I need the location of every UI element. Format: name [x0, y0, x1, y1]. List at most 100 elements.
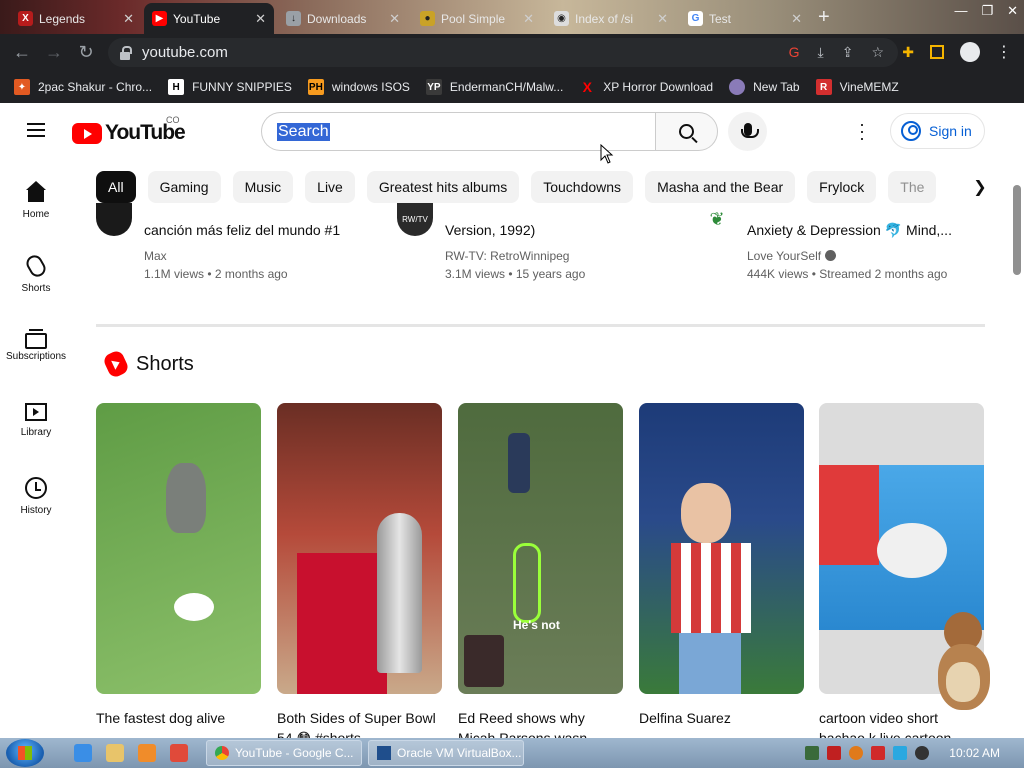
google-lens-icon[interactable]: G — [789, 44, 800, 61]
internet-explorer-icon[interactable] — [74, 744, 92, 762]
close-window-icon[interactable]: ✕ — [1007, 3, 1018, 19]
channel-avatar[interactable]: ❦ — [699, 203, 735, 236]
channel-name[interactable]: Love YourSelf — [747, 249, 837, 263]
tray-search-icon[interactable] — [849, 746, 864, 760]
tray-volume-icon[interactable] — [915, 746, 930, 760]
short-thumbnail[interactable]: He's not — [458, 403, 623, 694]
windows-taskbar: YouTube - Google C... Oracle VM VirtualB… — [0, 738, 1024, 768]
close-icon[interactable]: ✕ — [123, 11, 134, 27]
chip-gaming[interactable]: Gaming — [147, 171, 221, 203]
minimize-icon[interactable]: — — [954, 3, 967, 19]
file-explorer-icon[interactable] — [106, 744, 124, 762]
install-icon[interactable]: ⤓ — [818, 44, 824, 61]
close-icon[interactable]: ✕ — [657, 11, 668, 27]
profile-avatar[interactable] — [960, 42, 980, 62]
chip-the[interactable]: The — [888, 171, 937, 203]
bookmark-item[interactable]: ✦ 2pac Shakur - Chro... — [14, 79, 152, 95]
library-icon — [25, 403, 47, 421]
start-button[interactable] — [6, 739, 44, 767]
chip-live[interactable]: Live — [305, 171, 355, 203]
tray-v-icon[interactable] — [827, 746, 842, 760]
google-icon: G — [688, 11, 703, 26]
search-input[interactable]: Search — [261, 112, 656, 151]
new-tab-button[interactable]: + — [818, 6, 830, 29]
tray-flag-icon[interactable] — [871, 746, 886, 760]
short-thumbnail[interactable] — [277, 403, 442, 694]
tab-youtube[interactable]: ▶ YouTube ✕ — [144, 3, 274, 34]
extensions-icon[interactable]: ✚ — [902, 44, 914, 61]
bookmark-item[interactable]: New Tab — [729, 79, 800, 95]
video-title[interactable]: Anxiety & Depression 🐬 Mind,... — [747, 222, 952, 239]
tray-display-icon[interactable] — [893, 746, 908, 760]
reload-icon[interactable]: ↻ — [70, 42, 102, 63]
close-icon[interactable]: ✕ — [523, 11, 534, 27]
video-card[interactable]: canción más feliz del mundo #1 Max 1.1M … — [96, 203, 396, 293]
channel-avatar[interactable]: RW/TV — [397, 203, 433, 236]
forward-icon[interactable]: → — [38, 42, 70, 63]
video-card[interactable]: RW/TV Version, 1992) RW-TV: RetroWinnipe… — [397, 203, 697, 293]
paint-icon[interactable] — [170, 744, 188, 762]
bookmark-item[interactable]: H FUNNY SNIPPIES — [168, 79, 292, 95]
chip-touchdowns[interactable]: Touchdowns — [531, 171, 634, 203]
bookmark-item[interactable]: YP EndermanCH/Malw... — [425, 79, 563, 95]
tray-network-icon[interactable] — [805, 746, 820, 760]
channel-name[interactable]: Max — [144, 249, 167, 263]
chevron-right-icon[interactable]: ❯ — [966, 171, 994, 203]
bookmark-item[interactable]: PH windows ISOS — [307, 79, 410, 95]
back-icon[interactable]: ← — [6, 42, 38, 63]
tab-legends[interactable]: X Legends ✕ — [10, 3, 142, 34]
mini-guide: Home Shorts Subscriptions Library Histor… — [0, 165, 72, 535]
guide-library[interactable]: Library — [0, 387, 72, 461]
close-icon[interactable]: ✕ — [389, 11, 400, 27]
short-card[interactable]: He's not Ed Reed shows why Micah Parsons… — [458, 403, 623, 748]
share-icon[interactable]: ⇪ — [842, 44, 854, 61]
tab-downloads[interactable]: ↓ Downloads ✕ — [278, 3, 408, 34]
media-player-icon[interactable] — [138, 744, 156, 762]
tab-pool-simple[interactable]: ● Pool Simple ✕ — [412, 3, 542, 34]
system-clock[interactable]: 10:02 AM — [949, 746, 1000, 760]
tab-index[interactable]: ◉ Index of /si ✕ — [546, 3, 676, 34]
page-scrollbar[interactable] — [1013, 185, 1021, 275]
channel-name[interactable]: RW-TV: RetroWinnipeg — [445, 249, 569, 263]
chip-all[interactable]: All — [96, 171, 136, 203]
chip-music[interactable]: Music — [232, 171, 294, 203]
video-title[interactable]: Version, 1992) — [445, 222, 535, 238]
chip-greatest-hits[interactable]: Greatest hits albums — [366, 171, 520, 203]
guide-subscriptions[interactable]: Subscriptions — [0, 313, 72, 387]
bookmark-label: 2pac Shakur - Chro... — [38, 80, 153, 94]
taskbar-virtualbox[interactable]: Oracle VM VirtualBox... — [368, 740, 524, 766]
guide-home[interactable]: Home — [0, 165, 72, 239]
sign-in-button[interactable]: Sign in — [890, 113, 985, 149]
short-card[interactable]: Delfina Suarez — [639, 403, 804, 748]
guide-shorts[interactable]: Shorts — [0, 239, 72, 313]
chip-masha[interactable]: Masha and the Bear — [645, 171, 796, 203]
settings-more-icon[interactable]: · · · — [855, 115, 869, 147]
voice-search-button[interactable] — [728, 112, 767, 151]
mouse-cursor-icon — [600, 144, 614, 164]
bookmark-star-icon[interactable]: ☆ — [871, 44, 884, 61]
short-card[interactable]: The fastest dog alive — [96, 403, 261, 748]
restore-icon[interactable]: ❐ — [981, 3, 993, 19]
youtube-logo[interactable]: YouTube CO — [72, 115, 186, 145]
bookmark-item[interactable]: X XP Horror Download — [579, 79, 714, 95]
channel-avatar[interactable] — [96, 203, 132, 236]
video-card[interactable]: ❦ Anxiety & Depression 🐬 Mind,... Love Y… — [699, 203, 999, 293]
taskbar-chrome[interactable]: YouTube - Google C... — [206, 740, 362, 766]
search-button[interactable] — [655, 112, 718, 151]
chrome-menu-icon[interactable]: ⋮ — [996, 42, 1012, 62]
close-icon[interactable]: ✕ — [791, 11, 802, 27]
short-thumbnail[interactable] — [639, 403, 804, 694]
tab-test[interactable]: G Test ✕ — [680, 3, 810, 34]
address-bar[interactable]: youtube.com G ⤓ ⇪ ☆ — [108, 38, 898, 67]
chip-frylock[interactable]: Frylock — [807, 171, 877, 203]
menu-icon[interactable] — [27, 123, 45, 137]
short-thumbnail[interactable] — [96, 403, 261, 694]
bookmark-item[interactable]: R VineMEMZ — [815, 79, 899, 95]
video-title[interactable]: canción más feliz del mundo #1 — [144, 222, 340, 238]
lock-icon[interactable] — [120, 45, 132, 60]
short-card[interactable]: Both Sides of Super Bowl 54 😳 #shorts — [277, 403, 442, 748]
guide-history[interactable]: History — [0, 461, 72, 535]
side-panel-icon[interactable] — [930, 45, 944, 59]
close-icon[interactable]: ✕ — [255, 11, 266, 27]
video-meta: 444K views • Streamed 2 months ago — [747, 267, 948, 281]
